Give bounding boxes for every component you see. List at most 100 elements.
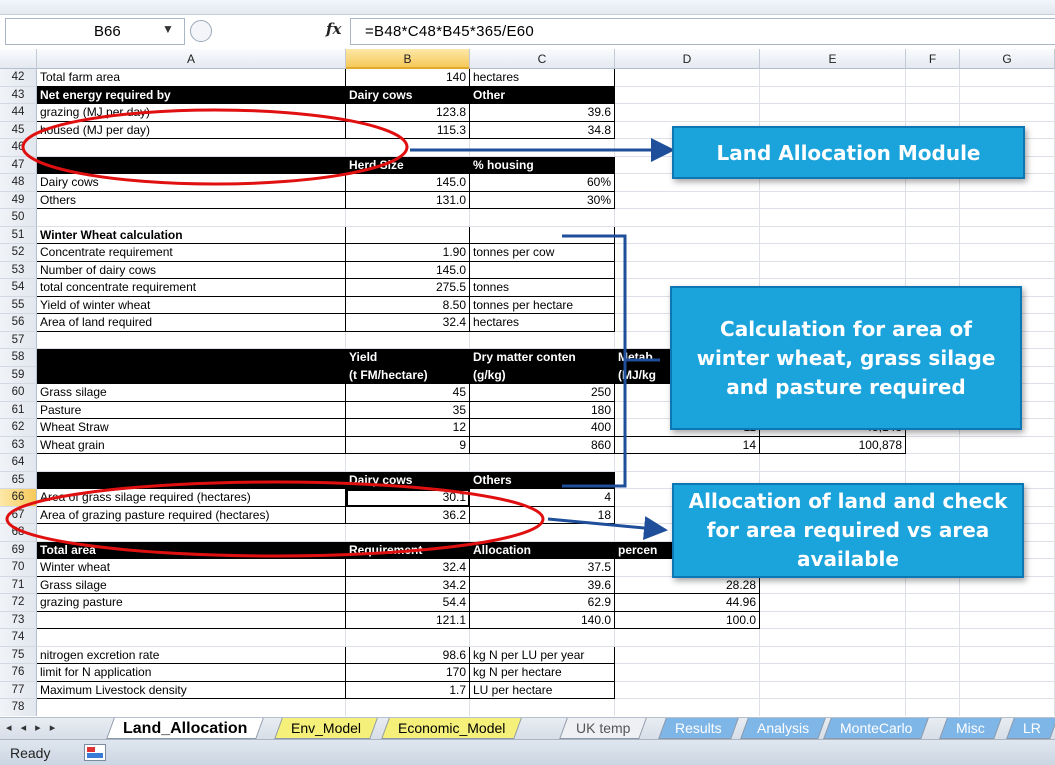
cell-b74[interactable]: [346, 629, 470, 647]
cell-c43[interactable]: Other: [470, 86, 615, 104]
row-header[interactable]: 71: [0, 576, 37, 594]
cell-e76[interactable]: [760, 664, 906, 682]
row-header[interactable]: 52: [0, 244, 37, 262]
cell-c44[interactable]: 39.6: [470, 104, 615, 122]
cell-c51[interactable]: [470, 226, 615, 244]
row-header[interactable]: 64: [0, 454, 37, 472]
row-header[interactable]: 58: [0, 349, 37, 367]
cell-b66[interactable]: 30.1: [346, 489, 470, 507]
cell-c42[interactable]: hectares: [470, 69, 615, 87]
cell-c46[interactable]: [470, 139, 615, 157]
cell-b70[interactable]: 32.4: [346, 559, 470, 577]
cell-g43[interactable]: [960, 86, 1055, 104]
row-header[interactable]: 61: [0, 401, 37, 419]
cell-e71[interactable]: [760, 576, 906, 594]
row-header[interactable]: 51: [0, 226, 37, 244]
row-header[interactable]: 48: [0, 174, 37, 192]
column-header-e[interactable]: E: [760, 49, 906, 69]
cell-b77[interactable]: 1.7: [346, 681, 470, 699]
column-header-d[interactable]: D: [615, 49, 760, 69]
cell-b76[interactable]: 170: [346, 664, 470, 682]
cell-c52[interactable]: tonnes per cow: [470, 244, 615, 262]
cell-a70[interactable]: Winter wheat: [37, 559, 346, 577]
cell-f49[interactable]: [906, 191, 960, 209]
sheet-tab-analysis[interactable]: Analysis: [740, 718, 826, 739]
cell-d44[interactable]: [615, 104, 760, 122]
row-header[interactable]: 76: [0, 664, 37, 682]
cell-a68[interactable]: [37, 524, 346, 542]
cell-f76[interactable]: [906, 664, 960, 682]
cell-e74[interactable]: [760, 629, 906, 647]
cell-a67[interactable]: Area of grazing pasture required (hectar…: [37, 506, 346, 524]
cell-c50[interactable]: [470, 209, 615, 227]
cell-g49[interactable]: [960, 191, 1055, 209]
cell-b57[interactable]: [346, 331, 470, 349]
cell-e75[interactable]: [760, 646, 906, 664]
cell-a75[interactable]: nitrogen excretion rate: [37, 646, 346, 664]
cell-a78[interactable]: [37, 699, 346, 716]
cell-b67[interactable]: 36.2: [346, 506, 470, 524]
row-header[interactable]: 43: [0, 86, 37, 104]
row-header[interactable]: 47: [0, 156, 37, 174]
column-header-b[interactable]: B: [346, 49, 470, 69]
cell-b44[interactable]: 123.8: [346, 104, 470, 122]
row-header[interactable]: 78: [0, 699, 37, 716]
cell-g44[interactable]: [960, 104, 1055, 122]
sheet-tab-economic-model[interactable]: Economic_Model: [381, 718, 523, 739]
cell-f51[interactable]: [906, 226, 960, 244]
cell-e78[interactable]: [760, 699, 906, 716]
chevron-down-icon[interactable]: ▼: [162, 22, 174, 36]
cell-e42[interactable]: [760, 69, 906, 87]
cell-c62[interactable]: 400: [470, 419, 615, 437]
cell-a57[interactable]: [37, 331, 346, 349]
cell-b51[interactable]: [346, 226, 470, 244]
cell-f52[interactable]: [906, 244, 960, 262]
cell-b61[interactable]: 35: [346, 401, 470, 419]
row-header[interactable]: 72: [0, 594, 37, 612]
cell-g74[interactable]: [960, 629, 1055, 647]
cell-d49[interactable]: [615, 191, 760, 209]
cell-g63[interactable]: [960, 436, 1055, 454]
row-header[interactable]: 70: [0, 559, 37, 577]
cell-b55[interactable]: 8.50: [346, 296, 470, 314]
row-header[interactable]: 49: [0, 191, 37, 209]
sheet-tab-land-allocation[interactable]: Land_Allocation: [106, 718, 265, 739]
cell-c64[interactable]: [470, 454, 615, 472]
row-header[interactable]: 75: [0, 646, 37, 664]
cell-a43[interactable]: Net energy required by: [37, 86, 346, 104]
row-header[interactable]: 77: [0, 681, 37, 699]
row-header[interactable]: 66: [0, 489, 37, 507]
row-header[interactable]: 74: [0, 629, 37, 647]
cell-d51[interactable]: [615, 226, 760, 244]
cell-f42[interactable]: [906, 69, 960, 87]
sheet-tab-uk-temp[interactable]: UK temp: [559, 718, 648, 739]
cell-f73[interactable]: [906, 611, 960, 629]
cell-c76[interactable]: kg N per hectare: [470, 664, 615, 682]
column-header-a[interactable]: A: [37, 49, 346, 69]
cell-b47[interactable]: Herd Size: [346, 156, 470, 174]
cell-b68[interactable]: [346, 524, 470, 542]
cell-a74[interactable]: [37, 629, 346, 647]
cell-f64[interactable]: [906, 454, 960, 472]
cell-f77[interactable]: [906, 681, 960, 699]
cell-g77[interactable]: [960, 681, 1055, 699]
column-header-f[interactable]: F: [906, 49, 960, 69]
cell-f72[interactable]: [906, 594, 960, 612]
cell-b75[interactable]: 98.6: [346, 646, 470, 664]
cell-a45[interactable]: housed (MJ per day): [37, 121, 346, 139]
row-header[interactable]: 45: [0, 121, 37, 139]
cell-a54[interactable]: total concentrate requirement: [37, 279, 346, 297]
sheet-tab-env-model[interactable]: Env_Model: [274, 718, 378, 739]
cell-g53[interactable]: [960, 261, 1055, 279]
cell-f71[interactable]: [906, 576, 960, 594]
cell-e49[interactable]: [760, 191, 906, 209]
cell-b58[interactable]: Yield: [346, 349, 470, 367]
row-header[interactable]: 60: [0, 384, 37, 402]
cell-a62[interactable]: Wheat Straw: [37, 419, 346, 437]
cell-c67[interactable]: 18: [470, 506, 615, 524]
cell-e63[interactable]: 100,878: [760, 436, 906, 454]
cell-b48[interactable]: 145.0: [346, 174, 470, 192]
cell-c69[interactable]: Allocation: [470, 541, 615, 559]
cell-f53[interactable]: [906, 261, 960, 279]
cell-c47[interactable]: % housing: [470, 156, 615, 174]
